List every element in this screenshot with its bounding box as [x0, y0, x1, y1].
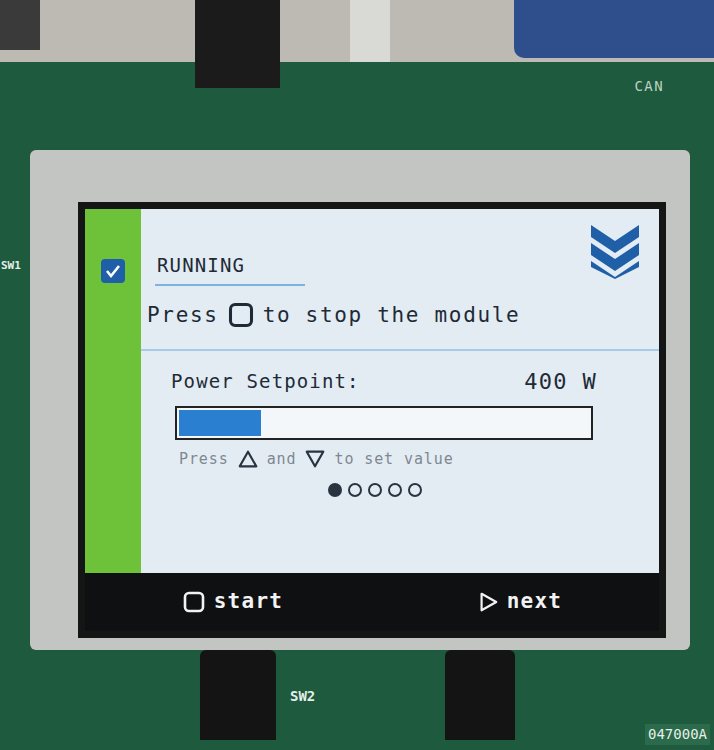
hint-and: and [267, 448, 297, 471]
separator [141, 349, 659, 351]
up-triangle-icon [237, 448, 259, 470]
softkey[interactable]: next [477, 586, 563, 618]
dsub-connector [514, 0, 714, 58]
status-strip [85, 209, 141, 573]
softkey-label: start [214, 586, 284, 618]
next-triangle-icon [477, 591, 499, 613]
sw2-label: SW2 [290, 686, 315, 707]
page-dots [141, 483, 659, 497]
title-underline [155, 284, 305, 286]
checkbox-icon [101, 259, 125, 283]
left-connector [0, 0, 40, 50]
middle-area: SW1 RUNNING Press to stop the module Power S… [0, 150, 714, 650]
hint-tail: to set value [334, 448, 453, 471]
setpoint-row: Power Setpoint: 400 W [141, 365, 659, 398]
hint-row: Press and to set value [141, 448, 659, 471]
lcd-screen: RUNNING Press to stop the module Power Setp… [78, 202, 666, 638]
setpoint-value: 400 W [524, 365, 597, 398]
grey-cable [350, 0, 390, 62]
setpoint-label: Power Setpoint: [171, 367, 360, 396]
setpoint-bar-fill [179, 410, 261, 436]
page-dot [348, 483, 362, 497]
chevron-down-icon [589, 223, 641, 279]
stop-square-icon [227, 301, 255, 329]
part-label: 047000A [645, 724, 710, 745]
status-title: RUNNING [155, 223, 305, 286]
softkey-bar: start next [85, 573, 659, 631]
can-label: CAN [635, 76, 665, 97]
sw1-label: SW1 [1, 258, 30, 275]
foil-strip [0, 0, 714, 62]
softkey-label: next [507, 586, 563, 618]
pcb-top: CAN [0, 62, 714, 150]
status-label: RUNNING [155, 251, 305, 280]
photo: CAN SW1 RUNNING Press to stop the module Powe… [0, 0, 714, 750]
softkey[interactable]: start [182, 586, 284, 618]
right-button[interactable] [445, 650, 515, 740]
lcd-frame: RUNNING Press to stop the module Power Setp… [30, 150, 690, 650]
page-dot [388, 483, 402, 497]
black-connector [195, 0, 280, 88]
instruction-before: Press [147, 300, 219, 332]
bottom-area: SW2 047000A [0, 650, 714, 750]
sw2-button[interactable] [200, 650, 276, 740]
left-edge: SW1 [0, 150, 30, 650]
down-triangle-icon [304, 448, 326, 470]
top-area: CAN [0, 0, 714, 150]
content: RUNNING Press to stop the module Power Setp… [141, 209, 659, 573]
page-dot [408, 483, 422, 497]
square-icon [182, 590, 206, 614]
page-dot [328, 483, 342, 497]
header: RUNNING [141, 223, 659, 286]
screen-body: RUNNING Press to stop the module Power Setp… [85, 209, 659, 573]
hint-press: Press [179, 448, 229, 471]
stop-instruction: Press to stop the module [141, 300, 659, 332]
page-dot [368, 483, 382, 497]
instruction-after: to stop the module [263, 300, 521, 332]
setpoint-bar[interactable] [175, 406, 593, 440]
